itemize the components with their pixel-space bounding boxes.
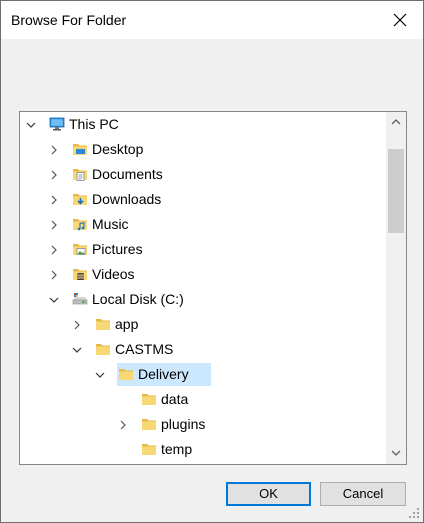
chevron-right-icon[interactable] (48, 143, 60, 155)
chevron-right-icon[interactable] (48, 268, 60, 280)
desktop-folder-icon (72, 141, 88, 157)
tree-item-local-disk-c[interactable]: Local Disk (C:) (20, 287, 386, 312)
tree-item-plugins[interactable]: plugins (20, 412, 386, 437)
tree-item-label: Documents (92, 166, 163, 182)
local-disk-icon (72, 291, 88, 307)
tree-item-label: Videos (92, 266, 135, 282)
chevron-down-icon[interactable] (48, 293, 60, 305)
tree-item-music[interactable]: Music (20, 212, 386, 237)
documents-folder-icon (72, 166, 88, 182)
folder-icon (141, 441, 157, 457)
music-folder-icon (72, 216, 88, 232)
folder-icon (118, 366, 134, 382)
chevron-up-icon (391, 119, 401, 125)
tree-item-temp[interactable]: temp (20, 437, 386, 462)
tree-item-label: This PC (69, 116, 119, 132)
tree-item-label: temp (161, 441, 193, 457)
downloads-folder-icon (72, 191, 88, 207)
tree-item-downloads[interactable]: Downloads (20, 187, 386, 212)
tree-item-delivery[interactable]: Delivery (20, 362, 386, 387)
close-icon (393, 13, 407, 27)
videos-folder-icon (72, 266, 88, 282)
chevron-down-icon[interactable] (71, 343, 83, 355)
tree-item-documents[interactable]: Documents (20, 162, 386, 187)
tree-item-label: Music (92, 216, 129, 232)
tree-item-label: Desktop (92, 141, 144, 157)
tree-item-videos[interactable]: Videos (20, 262, 386, 287)
ok-button[interactable]: OK (226, 482, 311, 506)
chevron-right-icon[interactable] (48, 168, 60, 180)
title-bar[interactable]: Browse For Folder (1, 1, 423, 39)
tree-item-label: Downloads (92, 191, 162, 207)
folder-tree-list: This PC Desktop Documents Downloads Music Pic… (20, 112, 386, 462)
scroll-down-button[interactable] (386, 444, 406, 464)
close-button[interactable] (377, 1, 423, 39)
tree-item-pictures[interactable]: Pictures (20, 237, 386, 262)
chevron-right-icon[interactable] (117, 418, 129, 430)
chevron-down-icon[interactable] (25, 118, 37, 130)
folder-icon (95, 341, 111, 357)
chevron-right-icon[interactable] (48, 243, 60, 255)
resize-grip-icon[interactable] (409, 508, 419, 518)
tree-item-castms[interactable]: CASTMS (20, 337, 386, 362)
tree-item-label: data (161, 391, 189, 407)
tree-item-data[interactable]: data (20, 387, 386, 412)
chevron-right-icon[interactable] (71, 318, 83, 330)
chevron-right-icon[interactable] (48, 218, 60, 230)
chevron-down-icon (391, 450, 401, 456)
this-pc-icon (49, 116, 65, 132)
dialog-title: Browse For Folder (11, 12, 127, 28)
tree-item-label: app (115, 316, 139, 332)
chevron-right-icon[interactable] (48, 193, 60, 205)
folder-icon (141, 416, 157, 432)
tree-item-label: plugins (161, 416, 206, 432)
browse-for-folder-dialog: Browse For Folder This PC Desktop Document… (0, 0, 424, 523)
cancel-button[interactable]: Cancel (320, 482, 406, 506)
scroll-up-button[interactable] (386, 112, 406, 132)
tree-item-label: Pictures (92, 241, 143, 257)
tree-item-this-pc[interactable]: This PC (20, 112, 386, 137)
folder-icon (95, 316, 111, 332)
tree-item-label: Local Disk (C:) (92, 291, 184, 307)
scrollbar-thumb[interactable] (388, 149, 404, 233)
vertical-scrollbar[interactable] (386, 112, 406, 464)
folder-icon (141, 391, 157, 407)
folder-tree[interactable]: This PC Desktop Documents Downloads Music Pic… (19, 111, 407, 465)
chevron-down-icon[interactable] (94, 368, 106, 380)
pictures-folder-icon (72, 241, 88, 257)
tree-item-desktop[interactable]: Desktop (20, 137, 386, 162)
tree-item-label: Delivery (138, 366, 189, 382)
tree-item-app[interactable]: app (20, 312, 386, 337)
tree-item-label: CASTMS (115, 341, 174, 357)
